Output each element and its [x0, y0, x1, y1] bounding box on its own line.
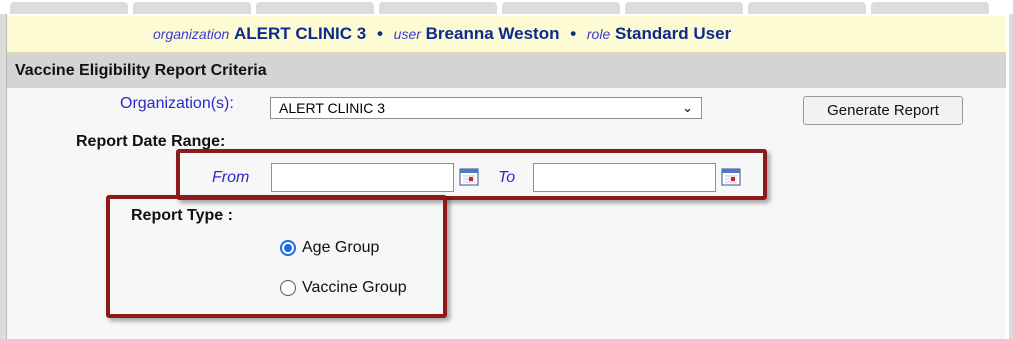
organization-value: ALERT CLINIC 3 [234, 24, 367, 43]
organization-select[interactable]: ALERT CLINIC 3 ⌄ [270, 97, 702, 119]
tab[interactable] [10, 2, 128, 14]
separator: • [376, 24, 383, 43]
left-frame [0, 14, 7, 339]
generate-report-button[interactable]: Generate Report [803, 96, 963, 125]
separator: • [570, 24, 577, 43]
user-value: Breanna Weston [425, 24, 560, 43]
tab[interactable] [256, 2, 374, 14]
user-key: user [393, 26, 421, 42]
tab[interactable] [625, 2, 743, 14]
report-type-highlight [106, 195, 447, 318]
tab-strip [0, 0, 1013, 16]
role-value: Standard User [614, 24, 732, 43]
context-info-bar: organization ALERT CLINIC 3 • user Brean… [7, 16, 1006, 53]
right-frame [1009, 14, 1013, 339]
organization-label: Organization(s): [120, 95, 234, 112]
organization-key: organization [153, 26, 230, 42]
date-range-highlight [176, 149, 767, 200]
tab[interactable] [748, 2, 866, 14]
role-key: role [586, 26, 611, 42]
tab[interactable] [871, 2, 989, 14]
section-title: Vaccine Eligibility Report Criteria [7, 53, 1006, 88]
chevron-down-icon: ⌄ [682, 100, 693, 115]
tab[interactable] [133, 2, 251, 14]
tab[interactable] [502, 2, 620, 14]
organization-selected-value: ALERT CLINIC 3 [279, 100, 386, 116]
tab[interactable] [379, 2, 497, 14]
